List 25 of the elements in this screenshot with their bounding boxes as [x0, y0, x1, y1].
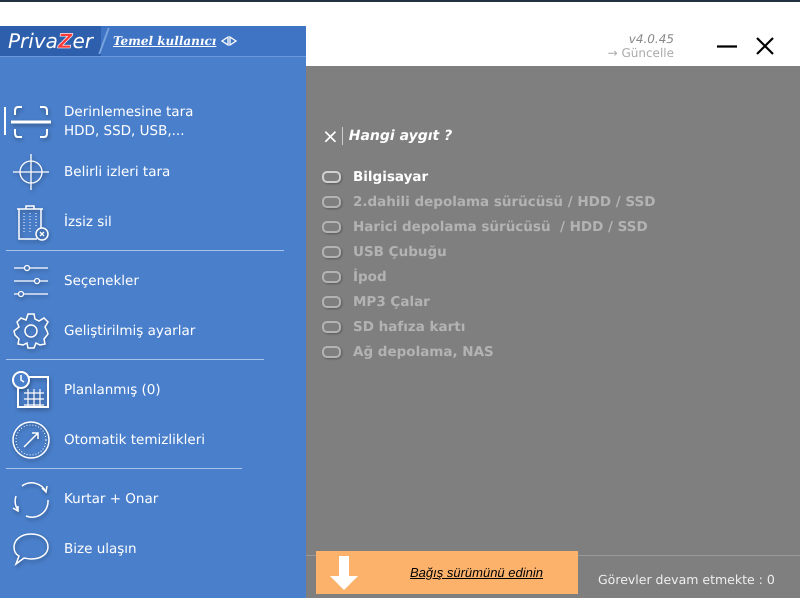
close-panel-button[interactable]: ×: [322, 126, 339, 146]
swap-arrows-icon: [220, 36, 238, 46]
version-label: v4.0.45: [628, 32, 674, 46]
sidebar-item[interactable]: Planlanmış (0): [0, 365, 306, 415]
logo: PrivaZer: [0, 26, 101, 56]
sidebar-item[interactable]: Belirli izleri tara: [0, 147, 306, 197]
crosshair-icon: [10, 151, 52, 193]
sidebar-item[interactable]: Derinlemesine tara HDD, SSD, USB,...: [0, 97, 306, 147]
update-link[interactable]: → Güncelle: [608, 46, 674, 60]
sidebar-item[interactable]: Otomatik temizlikleri: [0, 415, 306, 465]
calendar-clock-icon: [10, 369, 52, 411]
minimize-icon: [716, 44, 738, 48]
sidebar-item[interactable]: Geliştirilmiş ayarlar: [0, 306, 306, 356]
download-arrow-icon: [330, 556, 358, 590]
sidebar-item[interactable]: Kurtar + Onar: [0, 474, 306, 524]
sidebar-item[interactable]: İzsiz sil: [0, 197, 306, 247]
donate-button[interactable]: Bağış sürümünü edinin: [316, 551, 578, 594]
sidebar-item[interactable]: Bize ulaşın: [0, 524, 306, 574]
gauge-icon: [10, 419, 52, 461]
status-text: Görevler devam etmekte : 0: [598, 572, 775, 587]
device-option[interactable]: Bilgisayar: [322, 164, 800, 189]
sidebar-item[interactable]: Seçenekler: [0, 256, 306, 306]
user-mode-link[interactable]: Temel kullanıcı: [112, 34, 238, 48]
close-icon: [754, 35, 776, 57]
panel-title: Hangi aygıt ?: [348, 128, 452, 144]
